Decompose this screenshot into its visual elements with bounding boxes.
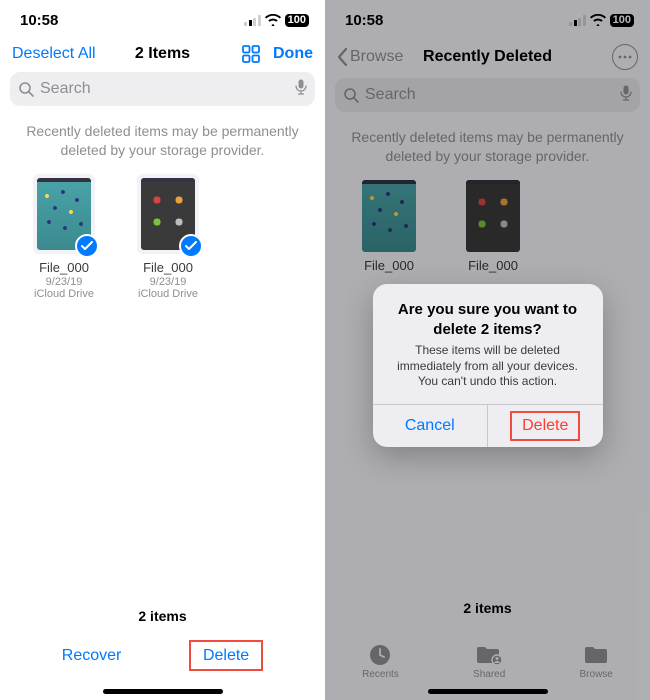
status-bar: 10:58 100 [0, 0, 325, 40]
alert-delete-button[interactable]: Delete [488, 405, 603, 447]
grid-view-icon[interactable] [241, 44, 261, 64]
screen-confirm-dialog: 10:58 100 Browse Recently Deleted Recent… [325, 0, 650, 700]
home-indicator[interactable] [103, 689, 223, 694]
navigation-bar: Deselect All 2 Items Done [0, 40, 325, 72]
selection-check-icon [179, 234, 203, 258]
delete-button[interactable]: Delete [189, 647, 263, 665]
file-date: 9/23/19 [46, 276, 83, 288]
confirm-delete-alert: Are you sure you want to delete 2 items?… [373, 284, 603, 447]
done-button[interactable]: Done [273, 45, 313, 63]
file-name: File_000 [143, 260, 193, 275]
recover-button[interactable]: Recover [62, 647, 122, 665]
file-name: File_000 [39, 260, 89, 275]
search-input[interactable] [40, 80, 289, 98]
file-grid: File_000 9/23/19 iCloud Drive File_000 9… [0, 174, 325, 300]
alert-cancel-button[interactable]: Cancel [373, 405, 489, 447]
search-icon [18, 81, 34, 97]
cell-signal-icon [244, 15, 261, 26]
wifi-icon [265, 14, 281, 26]
item-count: 2 items [0, 608, 325, 624]
info-text: Recently deleted items may be permanentl… [0, 116, 325, 174]
file-location: iCloud Drive [138, 288, 198, 300]
bottom-toolbar: Recover Delete [0, 634, 325, 678]
alert-title: Are you sure you want to delete 2 items? [387, 300, 589, 339]
selection-check-icon [75, 234, 99, 258]
file-item[interactable]: File_000 9/23/19 iCloud Drive [24, 174, 104, 300]
file-date: 9/23/19 [150, 276, 187, 288]
status-icons: 100 [244, 14, 309, 27]
screen-selection-mode: 10:58 100 Deselect All 2 Items Done Rece… [0, 0, 325, 700]
battery-icon: 100 [285, 14, 309, 27]
search-bar[interactable] [10, 72, 315, 106]
file-location: iCloud Drive [34, 288, 94, 300]
alert-message: These items will be deleted immediately … [387, 343, 589, 390]
mic-icon[interactable] [295, 79, 307, 100]
deselect-all-button[interactable]: Deselect All [12, 45, 96, 63]
file-item[interactable]: File_000 9/23/19 iCloud Drive [128, 174, 208, 300]
status-time: 10:58 [20, 12, 58, 29]
